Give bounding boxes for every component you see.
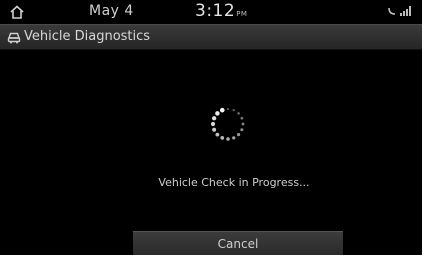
spinner-dot <box>220 136 225 140</box>
home-icon <box>10 5 24 19</box>
status-bar: May 4 3:12PM <box>0 0 422 24</box>
spinner-dot <box>232 108 235 112</box>
title-bar: Vehicle Diagnostics <box>0 24 422 50</box>
spinner-dot <box>240 116 244 120</box>
spinner-dot <box>237 112 240 115</box>
time-display: 3:12PM <box>195 1 247 21</box>
spinner-dot <box>215 111 220 116</box>
spinner-dot <box>226 137 230 141</box>
page-title: Vehicle Diagnostics <box>24 29 151 44</box>
spinner-dot <box>219 107 225 113</box>
time-period: PM <box>236 10 248 18</box>
diagnostics-screen: May 4 3:12PM Vehicle Diagnostics Vehicle <box>0 0 422 255</box>
spinner-dot <box>215 132 220 137</box>
loading-spinner-icon <box>210 107 245 141</box>
car-diagnostics-icon <box>7 32 21 44</box>
spinner-dot <box>226 107 230 111</box>
phone-status-icon <box>388 7 396 15</box>
spinner-dot <box>232 136 236 140</box>
spinner-dot <box>237 133 241 137</box>
signal-icon <box>400 6 411 16</box>
spinner-dot <box>212 127 217 132</box>
spinner-dot <box>241 122 245 126</box>
status-icons <box>388 6 412 16</box>
cancel-button[interactable]: Cancel <box>133 231 343 255</box>
spinner-dot <box>240 128 244 132</box>
home-button[interactable] <box>8 3 26 21</box>
progress-message: Vehicle Check in Progress... <box>158 176 310 189</box>
spinner-dot <box>210 121 216 127</box>
date-display: May 4 <box>89 3 134 19</box>
time-value: 3:12 <box>195 1 236 21</box>
spinner-dot <box>211 116 217 121</box>
